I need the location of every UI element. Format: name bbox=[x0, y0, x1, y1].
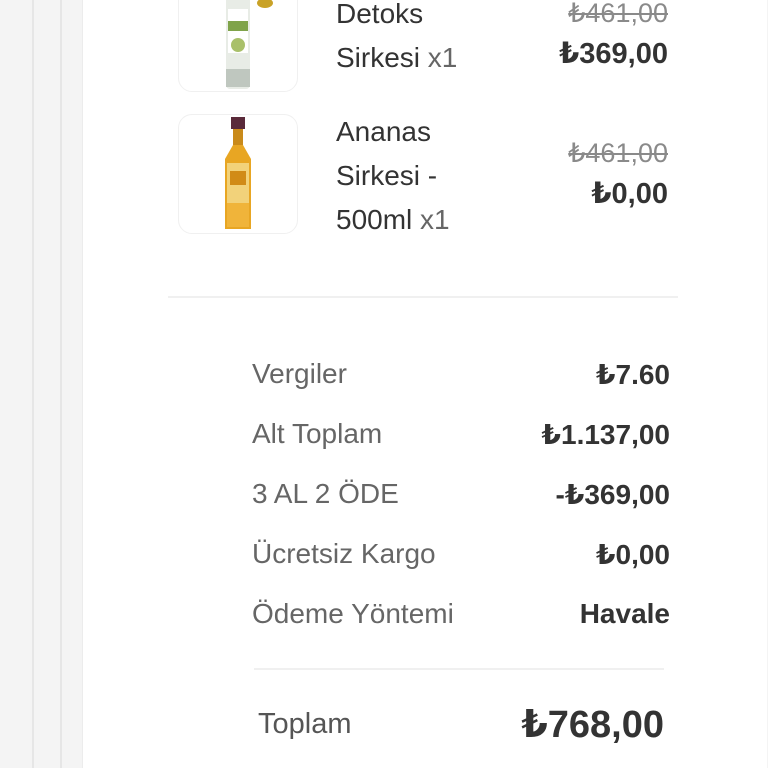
product-image-detoks-sirkesi[interactable] bbox=[178, 0, 298, 92]
summary-row-discount: 3 AL 2 ÖDE -₺369,00 bbox=[252, 478, 670, 518]
discounted-price: ₺0,00 bbox=[591, 178, 668, 210]
total-divider bbox=[254, 668, 664, 670]
summary-row-subtotal: Alt Toplam ₺1.137,00 bbox=[252, 418, 670, 458]
bottle-icon bbox=[225, 117, 251, 229]
original-price: ₺461,00 bbox=[568, 138, 668, 168]
total-value: ₺768,00 bbox=[521, 704, 664, 746]
summary-row-payment-method: Ödeme Yöntemi Havale bbox=[252, 598, 670, 638]
summary-value: -₺369,00 bbox=[555, 479, 670, 510]
product-name-ananas-sirkesi[interactable]: Ananas Sirkesi - 500ml x1 bbox=[336, 110, 536, 242]
product-quantity: x1 bbox=[420, 204, 450, 235]
summary-value: Havale bbox=[579, 598, 670, 629]
summary-row-shipping: Ücretsiz Kargo ₺0,00 bbox=[252, 538, 670, 578]
summary-label: Ödeme Yöntemi bbox=[252, 598, 454, 629]
summary-label: 3 AL 2 ÖDE bbox=[252, 478, 399, 509]
outer-border-left bbox=[32, 0, 34, 768]
summary-value: ₺1.137,00 bbox=[541, 419, 670, 450]
summary-row-taxes: Vergiler ₺7.60 bbox=[252, 358, 670, 398]
product-name-line: Detoks bbox=[336, 0, 424, 29]
summary-label: Alt Toplam bbox=[252, 418, 383, 449]
summary-value: ₺7.60 bbox=[596, 359, 670, 390]
discounted-price: ₺369,00 bbox=[559, 38, 668, 70]
product-image-ananas-sirkesi[interactable] bbox=[178, 114, 298, 234]
product-name-line: Ananas bbox=[336, 116, 431, 147]
inner-border-left bbox=[60, 0, 62, 768]
summary-value: ₺0,00 bbox=[596, 539, 670, 570]
product-name-line: Sirkesi bbox=[336, 42, 421, 73]
summary-label: Ücretsiz Kargo bbox=[252, 538, 436, 569]
product-name-detoks-sirkesi[interactable]: Detoks Sirkesi x1 bbox=[336, 0, 536, 80]
product-name-line: Sirkesi - bbox=[336, 160, 438, 191]
total-label: Toplam bbox=[258, 708, 352, 740]
original-price: ₺461,00 bbox=[568, 0, 668, 28]
product-name-line: 500ml bbox=[336, 204, 413, 235]
bottle-icon bbox=[226, 0, 273, 89]
summary-label: Vergiler bbox=[252, 358, 347, 389]
items-divider bbox=[168, 296, 678, 298]
product-quantity: x1 bbox=[427, 42, 458, 73]
